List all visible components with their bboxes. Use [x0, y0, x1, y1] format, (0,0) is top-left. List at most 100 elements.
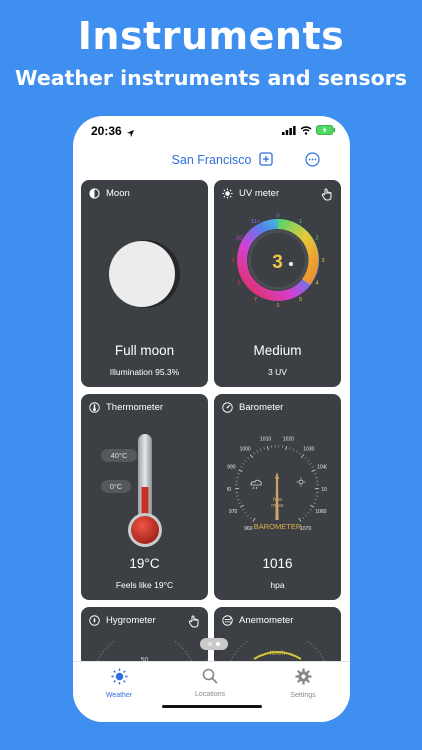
battery-icon — [316, 125, 336, 135]
barometer-scale-label: 1040 — [317, 465, 327, 471]
search-icon — [202, 668, 218, 684]
thermometer-icon — [89, 402, 100, 413]
barometer-scale-label: 1050 — [321, 487, 327, 493]
barometer-tick — [309, 508, 312, 511]
hygrometer-icon — [89, 615, 100, 626]
status-time: 20:36 — [91, 124, 122, 138]
navigation-bar: San Francisco — [73, 146, 350, 174]
status-bar: 20:36 — [73, 116, 350, 144]
page-indicator[interactable] — [200, 638, 228, 650]
uv-scale-label: 2 — [315, 236, 318, 242]
moon-illumination: Illumination 95.3% — [109, 367, 180, 377]
anemometer-card[interactable]: Anemometer Km/h — [214, 607, 341, 667]
anemometer-icon — [222, 615, 233, 626]
uv-scale-label: 5 — [299, 297, 302, 303]
barometer-tick — [299, 452, 301, 455]
barometer-tick — [309, 462, 312, 465]
sun-tab-icon — [110, 668, 128, 685]
add-location-icon[interactable] — [259, 152, 273, 166]
moon-phase-icon — [89, 188, 100, 199]
barometer-tick — [253, 452, 255, 455]
barometer-tick — [259, 448, 262, 451]
moon-card-title: Moon — [106, 188, 130, 199]
barometer-tick — [314, 473, 317, 475]
barometer-tick — [304, 457, 307, 460]
barometer-tick — [307, 511, 310, 514]
barometer-tick — [242, 508, 245, 511]
gear-icon — [294, 668, 312, 685]
barometer-tick — [246, 514, 249, 517]
barometer-tick — [263, 447, 265, 450]
uv-card-title: UV meter — [239, 188, 280, 199]
thermometer-card[interactable]: Thermometer 40°C 0°C 19°C Feels like 19°… — [81, 394, 208, 600]
home-indicator — [162, 705, 262, 708]
barometer-tick — [247, 457, 250, 460]
barometer-tick — [315, 476, 318, 478]
barometer-tick — [242, 462, 245, 465]
tap-hand-icon[interactable] — [188, 615, 200, 628]
barometer-tick — [300, 454, 305, 459]
anemometer-card-title: Anemometer — [239, 615, 294, 626]
thermometer-card-title: Thermometer — [106, 402, 164, 413]
tab-settings-label: Settings — [290, 692, 316, 699]
status-icons — [282, 125, 336, 135]
barometer-tick — [298, 517, 302, 522]
more-options-icon[interactable] — [305, 152, 320, 167]
barometer-tick — [292, 448, 295, 451]
barometer-scale-label: 990 — [227, 465, 236, 471]
hygrometer-card[interactable]: Hygrometer 50 — [81, 607, 208, 667]
barometer-tick — [305, 514, 308, 517]
barometer-tick — [252, 517, 256, 522]
tab-settings[interactable]: Settings — [268, 668, 338, 699]
barometer-tick — [256, 450, 259, 453]
barometer-scale-label: 980 — [227, 487, 231, 493]
sun-small-icon — [296, 477, 306, 487]
hero-title: Instruments — [77, 14, 345, 58]
tab-weather[interactable]: Weather — [84, 668, 154, 699]
barometer-tick — [266, 445, 269, 451]
tab-locations[interactable]: Locations — [175, 668, 245, 698]
barometer-tick — [285, 445, 288, 451]
barometer-tick — [237, 473, 240, 475]
anemometer-unit: Km/h — [269, 650, 286, 657]
barometer-scale-label: 1010 — [260, 436, 271, 442]
tap-hand-icon[interactable] — [321, 188, 333, 201]
wifi-icon — [300, 125, 312, 135]
pressure-unit: hpa — [270, 580, 285, 590]
barometer-scale-label: 1000 — [240, 446, 251, 452]
barometer-scale-label: 1020 — [283, 436, 294, 442]
uv-scale-label: 8 — [237, 281, 240, 287]
feels-like-value: Feels like 19°C — [115, 580, 174, 590]
uv-scale-label: 10 — [236, 236, 242, 242]
hygrometer-card-title: Hygrometer — [106, 615, 156, 626]
barometer-tick — [236, 476, 239, 478]
uv-scale-label: 1 — [299, 219, 302, 225]
uv-meter-card[interactable]: UV meter 1 2 3 4 5 6 7 8 9 10 11+ 0 3 Medium — [214, 180, 341, 387]
phone-screen: 20:36 San Francisco Moon Full moon Illum… — [73, 116, 350, 722]
barometer-scale-label: 970 — [229, 509, 238, 515]
barometer-tick — [311, 469, 316, 472]
sun-icon — [222, 188, 233, 199]
temperature-value: 19°C — [129, 556, 160, 571]
barometer-tick — [244, 459, 247, 462]
tab-weather-label: Weather — [105, 692, 133, 699]
tab-locations-label: Locations — [195, 691, 225, 698]
moon-card[interactable]: Moon Full moon Illumination 95.3% — [81, 180, 208, 387]
barometer-tick — [307, 459, 310, 462]
barometer-card[interactable]: Barometer 960970980990100010101020103010… — [214, 394, 341, 600]
uv-scale-label: 11+ — [251, 219, 260, 225]
hero-subtitle: Weather instruments and sensors — [14, 66, 408, 90]
barometer-tick — [302, 516, 305, 520]
barometer-tick — [249, 516, 252, 520]
signal-icon — [282, 125, 296, 135]
uv-scale-label: 6 — [276, 303, 279, 308]
barometer-scale-label: 1060 — [315, 509, 326, 515]
uv-scale-label: 7 — [254, 297, 257, 303]
cloud-rain-icon — [250, 479, 262, 490]
uv-scale-label: 0 — [276, 213, 279, 219]
barometer-tick — [295, 450, 298, 453]
uv-scale-label: 4 — [315, 281, 318, 287]
barometer-card-title: Barometer — [239, 402, 284, 413]
uv-needle-dot — [289, 262, 293, 266]
barometer-tick — [238, 469, 243, 472]
